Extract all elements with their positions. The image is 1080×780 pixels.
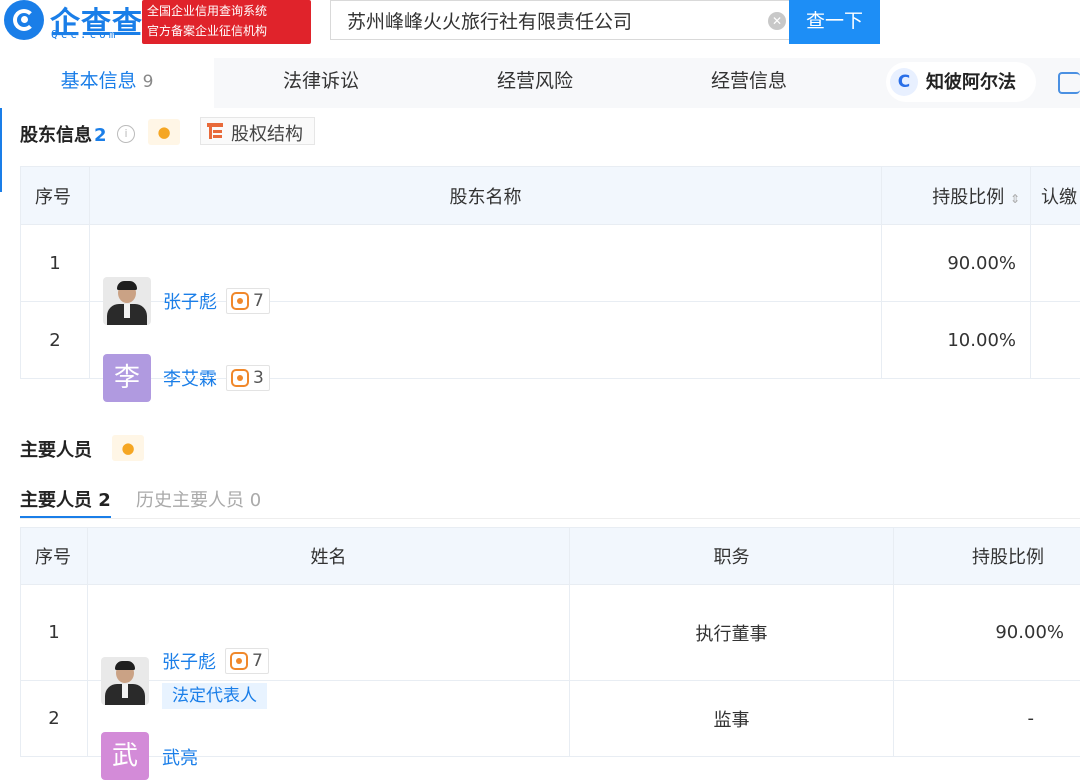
shareholder-cell: 张子彪 7 — [90, 225, 882, 302]
subtab-active-indicator — [20, 516, 111, 518]
shareholder-name-link[interactable]: 张子彪 — [163, 288, 217, 314]
subtab-history-personnel[interactable]: 历史主要人员 0 — [136, 486, 261, 512]
search-button[interactable]: 查一下 — [789, 0, 880, 44]
personnel-title: 主要人员 — [20, 436, 92, 462]
logo-domain: Qcc.com — [51, 28, 118, 41]
certification-badge: 全国企业信用查询系统 官方备案企业征信机构 — [142, 0, 311, 44]
avatar[interactable] — [103, 277, 151, 325]
row-no: 2 — [21, 302, 90, 379]
col-header-ratio-label: 持股比例 — [932, 187, 1004, 208]
enterprise-link-icon — [231, 292, 249, 310]
personnel-table: 序号 姓名 职务 持股比例 1 张子彪 7 法定代表人 执行董事 90.00% … — [20, 527, 1080, 757]
avatar[interactable]: 武 — [101, 732, 149, 780]
avatar[interactable]: 李 — [103, 354, 151, 402]
info-icon[interactable]: i — [117, 125, 135, 143]
badge-count: 3 — [253, 368, 264, 388]
related-enterprises-badge[interactable]: 7 — [225, 648, 269, 674]
clear-icon[interactable]: ✕ — [768, 12, 786, 30]
holding-ratio: - — [894, 681, 1080, 757]
person-cell: 武 武亮 — [88, 681, 570, 757]
shareholders-title: 股东信息2 — [20, 121, 107, 147]
alpha-label: 知彼阿尔法 — [926, 68, 1016, 94]
qcc-logo-icon[interactable] — [4, 0, 44, 40]
person-cell: 张子彪 7 法定代表人 — [88, 585, 570, 681]
enterprise-link-icon — [231, 369, 249, 387]
position: 执行董事 — [570, 585, 894, 681]
equity-structure-button[interactable]: 股权结构 — [200, 117, 315, 145]
related-enterprises-badge[interactable]: 3 — [226, 365, 270, 391]
shareholders-title-text: 股东信息 — [20, 125, 92, 146]
bell-icon[interactable]: ● — [112, 435, 144, 461]
shareholders-count: 2 — [94, 125, 107, 146]
equity-structure-label: 股权结构 — [231, 120, 303, 146]
col-header-subscribed: 认缴 — [1031, 167, 1080, 225]
position: 监事 — [570, 681, 894, 757]
tab-label: 基本信息 — [61, 70, 137, 92]
col-header-name: 股东名称 — [90, 167, 882, 225]
col-header-ratio[interactable]: 持股比例 ⇕ — [882, 167, 1031, 225]
col-header-no: 序号 — [21, 528, 88, 585]
table-row: 1 张子彪 7 90.00% — [21, 225, 1080, 302]
badge-count: 7 — [253, 291, 264, 311]
alpha-icon: C — [890, 68, 918, 96]
tab-operating-info[interactable]: 经营信息 — [642, 58, 856, 108]
cert-line-2: 官方备案企业征信机构 — [147, 21, 306, 41]
subscribed-cell — [1031, 225, 1080, 302]
shareholder-name-link[interactable]: 李艾霖 — [163, 365, 217, 391]
col-header-no: 序号 — [21, 167, 90, 225]
holding-ratio: 90.00% — [882, 225, 1031, 302]
subscribed-cell — [1031, 302, 1080, 379]
main-tabs: 基本信息 9 法律诉讼 经营风险 经营信息 C 知彼阿尔法 — [0, 58, 1080, 108]
tab-operating-risk[interactable]: 经营风险 — [428, 58, 642, 108]
tab-legal[interactable]: 法律诉讼 — [214, 58, 428, 108]
alpha-button[interactable]: C 知彼阿尔法 — [886, 62, 1036, 102]
row-no: 1 — [21, 225, 90, 302]
top-header: 企查查 Qcc.com 全国企业信用查询系统 官方备案企业征信机构 苏州峰峰火火… — [0, 0, 1080, 50]
badge-count: 7 — [252, 651, 263, 671]
table-row: 1 张子彪 7 法定代表人 执行董事 90.00% — [21, 585, 1080, 681]
person-name-link[interactable]: 武亮 — [162, 744, 198, 770]
legal-representative-tag: 法定代表人 — [162, 683, 267, 709]
sort-icon[interactable]: ⇕ — [1010, 192, 1020, 206]
person-name-link[interactable]: 张子彪 — [162, 648, 216, 674]
subtab-divider — [20, 518, 1080, 519]
tab-basic-info[interactable]: 基本信息 9 — [0, 58, 214, 108]
more-tabs-icon[interactable] — [1058, 72, 1080, 94]
row-no: 2 — [21, 681, 88, 757]
col-header-name: 姓名 — [88, 528, 570, 585]
tab-count: 9 — [143, 72, 154, 92]
avatar[interactable] — [101, 657, 149, 705]
holding-ratio: 90.00% — [894, 585, 1080, 681]
shareholders-table: 序号 股东名称 持股比例 ⇕ 认缴 1 张子彪 7 90.00% 2 李 李艾霖 — [20, 166, 1080, 379]
row-no: 1 — [21, 585, 88, 681]
table-header-row: 序号 姓名 职务 持股比例 — [21, 528, 1080, 585]
table-header-row: 序号 股东名称 持股比例 ⇕ 认缴 — [21, 167, 1080, 225]
col-header-position: 职务 — [570, 528, 894, 585]
subtab-current-personnel[interactable]: 主要人员 2 — [20, 486, 111, 512]
cert-line-1: 全国企业信用查询系统 — [147, 1, 306, 21]
equity-structure-icon — [207, 123, 223, 139]
holding-ratio: 10.00% — [882, 302, 1031, 379]
enterprise-link-icon — [230, 652, 248, 670]
search-value: 苏州峰峰火火旅行社有限责任公司 — [347, 7, 632, 34]
related-enterprises-badge[interactable]: 7 — [226, 288, 270, 314]
bell-icon[interactable]: ● — [148, 119, 180, 145]
col-header-ratio: 持股比例 — [894, 528, 1080, 585]
search-input[interactable]: 苏州峰峰火火旅行社有限责任公司 ✕ — [330, 0, 790, 40]
